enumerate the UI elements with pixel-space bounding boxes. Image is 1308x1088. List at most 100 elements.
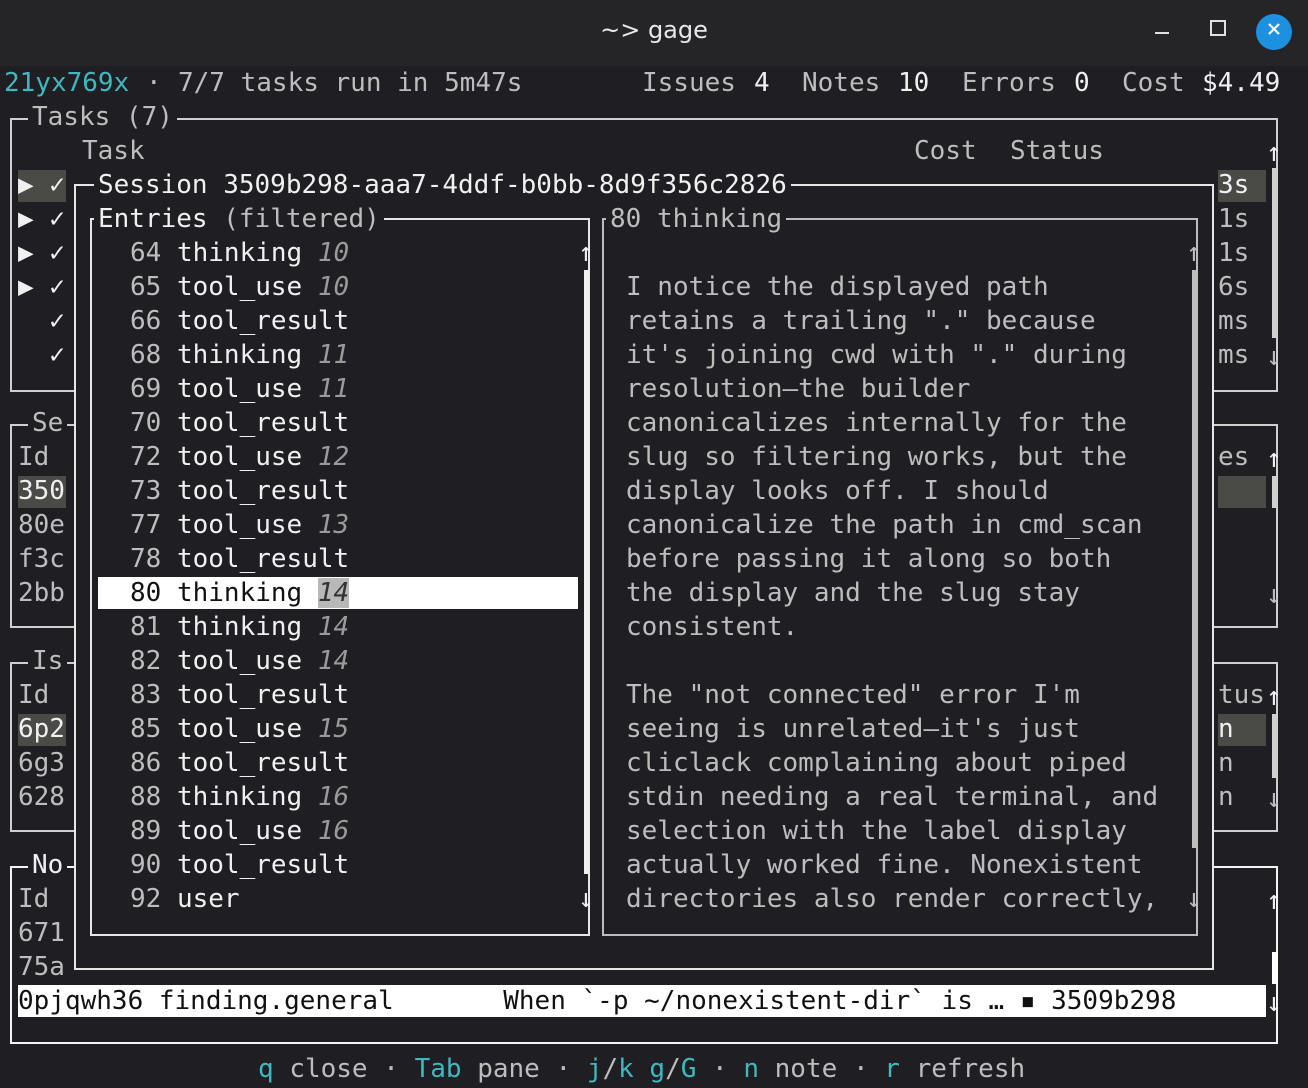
key-tab[interactable]: Tab	[415, 1054, 462, 1084]
session-row-id[interactable]: 2bb	[18, 576, 65, 610]
entry-number: 77	[130, 510, 162, 540]
task-row-marker[interactable]: ▶ ✓	[18, 202, 65, 236]
issue-row-status: n	[1218, 782, 1234, 812]
cost-value: $4.49	[1202, 68, 1281, 98]
close-window-icon[interactable]	[1256, 14, 1292, 50]
note-row-id[interactable]: 671	[18, 916, 65, 950]
task-row-marker[interactable]: ▶ ✓	[18, 236, 65, 270]
detail-line: it's joining cwd with "." during	[626, 340, 1127, 370]
entry-type: tool_use	[176, 272, 303, 302]
entry-type: thinking	[176, 238, 303, 268]
errors-count: 0	[1074, 68, 1090, 98]
down-arrow-icon[interactable]: ↓	[1266, 986, 1282, 1020]
entry-row[interactable]: 89 tool_use 16	[130, 814, 349, 848]
key-G[interactable]: G	[681, 1054, 697, 1084]
entry-turn: 16	[317, 816, 350, 846]
up-arrow-icon[interactable]: ↑	[1266, 680, 1282, 714]
entry-row[interactable]: 83 tool_result	[130, 678, 349, 712]
entry-row[interactable]: 78 tool_result	[130, 542, 349, 576]
down-arrow-icon[interactable]: ↓	[578, 882, 594, 916]
minimize-icon[interactable]	[1144, 14, 1180, 50]
entry-number: 90	[130, 850, 162, 880]
notes-col-id: Id	[18, 884, 50, 914]
entry-row[interactable]: 82 tool_use 14	[130, 644, 349, 678]
detail-line: I notice the displayed path	[626, 272, 1049, 302]
session-row-id[interactable]: 350	[18, 474, 65, 508]
entry-number: 66	[130, 306, 162, 336]
up-arrow-icon[interactable]: ↑	[1266, 884, 1282, 918]
key-n[interactable]: n	[743, 1054, 759, 1084]
key-q[interactable]: q	[258, 1054, 274, 1084]
task-row-marker[interactable]: ▶ ✓	[18, 270, 65, 304]
entry-row[interactable]: 81 thinking 14	[130, 610, 349, 644]
entry-row[interactable]: 68 thinking 11	[130, 338, 349, 372]
hint-sep: ·	[852, 1054, 869, 1084]
entry-row[interactable]: 66 tool_result	[130, 304, 349, 338]
detail-line: selection with the label display	[626, 816, 1127, 846]
entry-row[interactable]: 90 tool_result	[130, 848, 349, 882]
issues-count: 4	[754, 68, 770, 98]
entry-row[interactable]: 65 tool_use 10	[130, 270, 349, 304]
entry-row[interactable]: 69 tool_use 11	[130, 372, 349, 406]
down-arrow-icon[interactable]: ↓	[1186, 882, 1202, 916]
entry-row[interactable]: 72 tool_use 12	[130, 440, 349, 474]
entry-row[interactable]: 64 thinking 10	[130, 236, 349, 270]
task-row-marker[interactable]: ▶ ✓	[18, 168, 65, 202]
key-r[interactable]: r	[884, 1054, 900, 1084]
entry-number: 73	[130, 476, 162, 506]
up-arrow-icon[interactable]: ↑	[1266, 442, 1282, 476]
session-row-id[interactable]: f3c	[18, 542, 65, 576]
entry-type: tool_result	[176, 544, 350, 574]
entries-scrollbar[interactable]	[584, 270, 589, 874]
notes-scrollbar[interactable]	[1272, 952, 1278, 984]
entry-turn: 14	[317, 646, 350, 676]
hint-sep: ·	[383, 1054, 399, 1084]
note-row-selected[interactable]: 0pjqwh36 finding.general When `-p ~/none…	[18, 984, 1176, 1018]
issue-row-id[interactable]: 6g3	[18, 746, 65, 780]
entry-row[interactable]: 73 tool_result	[130, 474, 349, 508]
entry-row[interactable]: 85 tool_use 15	[130, 712, 349, 746]
up-arrow-icon[interactable]: ↑	[1186, 236, 1202, 270]
tasks-scrollbar[interactable]	[1272, 168, 1278, 338]
sessions-panel-title: Se	[28, 408, 68, 438]
note-row-id[interactable]: 75a	[18, 950, 65, 984]
key-j[interactable]: j	[587, 1054, 603, 1084]
down-arrow-icon[interactable]: ↓	[1266, 782, 1282, 816]
issue-row-id[interactable]: 6p2	[18, 712, 65, 746]
issues-scrollbar[interactable]	[1272, 714, 1278, 778]
task-row-marker[interactable]: ✓	[18, 304, 65, 338]
down-arrow-icon[interactable]: ↓	[1266, 578, 1282, 612]
up-arrow-icon[interactable]: ↑	[1266, 136, 1282, 170]
entry-number: 82	[130, 646, 162, 676]
entry-number: 65	[130, 272, 162, 302]
col-status: Status	[1010, 136, 1104, 166]
session-row-id[interactable]: 80e	[18, 508, 65, 542]
entry-row[interactable]: 80 thinking 14	[130, 576, 350, 610]
notes-panel-title: No	[28, 850, 68, 880]
issue-row-id[interactable]: 628	[18, 780, 65, 814]
key-g[interactable]: g	[649, 1054, 665, 1084]
maximize-icon[interactable]	[1200, 14, 1236, 50]
down-arrow-icon[interactable]: ↓	[1266, 340, 1282, 374]
hint-sep: ·	[555, 1054, 572, 1084]
up-arrow-icon[interactable]: ↑	[578, 236, 594, 270]
entry-turn: 10	[317, 272, 350, 302]
detail-line: stdin needing a real terminal, and	[626, 782, 1159, 812]
hint-sep: ·	[712, 1054, 728, 1084]
entry-row[interactable]: 88 thinking 16	[130, 780, 349, 814]
entry-type: tool_result	[176, 408, 350, 438]
sessions-scrollbar[interactable]	[1272, 476, 1278, 508]
entry-turn: 11	[317, 340, 350, 370]
entry-row[interactable]: 70 tool_result	[130, 406, 349, 440]
entry-row[interactable]: 86 tool_result	[130, 746, 349, 780]
key-k[interactable]: k	[618, 1054, 634, 1084]
entry-row[interactable]: 77 tool_use 13	[130, 508, 349, 542]
entry-row[interactable]: 92 user	[130, 882, 240, 916]
task-row-time: 3s	[1218, 170, 1250, 200]
entries-filter-text: (filtered)	[223, 204, 380, 234]
task-row-marker[interactable]: ✓	[18, 338, 65, 372]
detail-scrollbar[interactable]	[1192, 270, 1197, 848]
entries-panel-title: Entries (filtered)	[94, 204, 384, 234]
task-row-time: 1s	[1218, 204, 1250, 234]
hint-note: note	[774, 1054, 838, 1084]
